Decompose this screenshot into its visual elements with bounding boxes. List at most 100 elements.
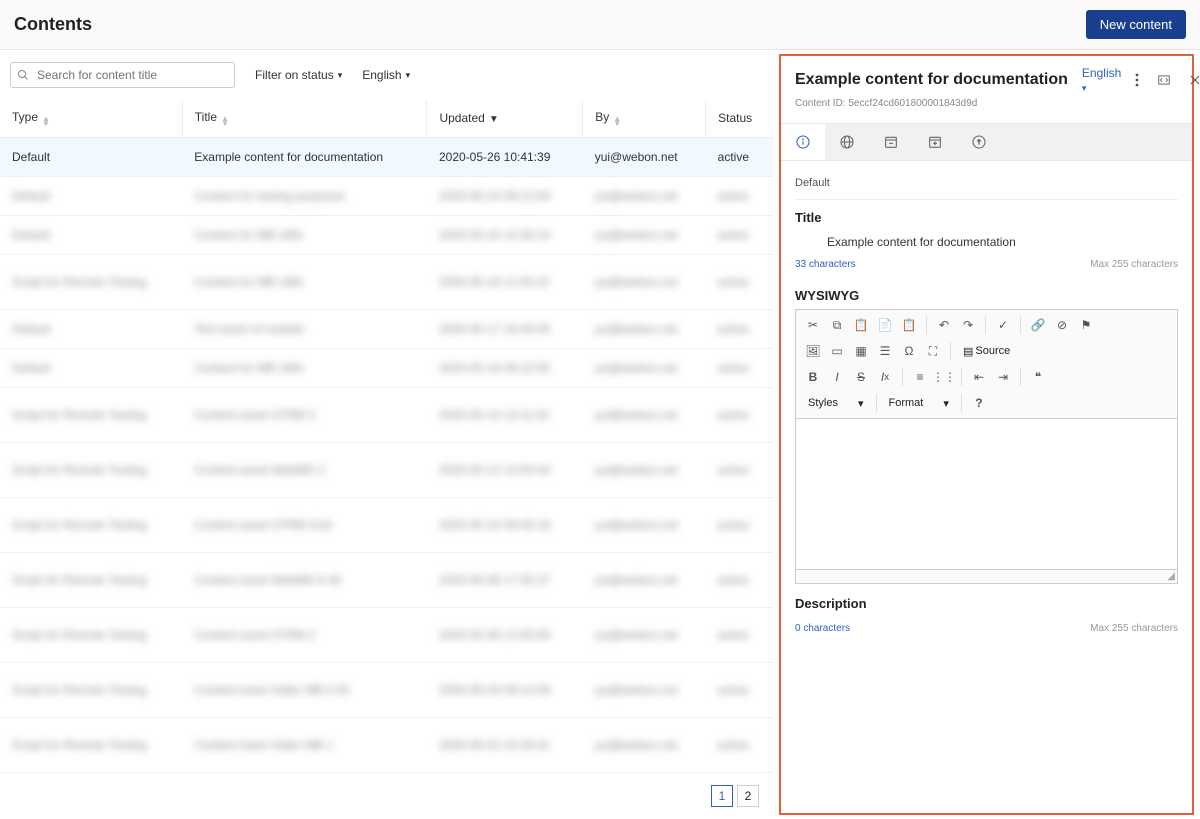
unlink-icon[interactable]: ⊘ bbox=[1051, 314, 1073, 336]
tab-strip bbox=[781, 123, 1192, 161]
page-1-button[interactable]: 1 bbox=[711, 785, 733, 807]
tab-share[interactable] bbox=[957, 124, 1001, 160]
chevron-down-icon: ▾ bbox=[1082, 83, 1087, 93]
table-row[interactable]: Script for Remote TestingContent asset S… bbox=[0, 387, 773, 442]
editor-toolbar: ✂ ⧉ 📋 📄 📋 ↶ ↷ ✓ 🔗 ⊘ ⚑ bbox=[796, 310, 1177, 419]
tab-info[interactable] bbox=[781, 124, 825, 160]
italic-icon[interactable]: I bbox=[826, 366, 848, 388]
close-icon[interactable] bbox=[1189, 74, 1200, 86]
specialchar-icon[interactable]: Ω bbox=[898, 340, 920, 362]
embed-icon[interactable]: ▭ bbox=[826, 340, 848, 362]
language-label: English bbox=[362, 68, 401, 82]
wysiwyg-label: WYSIWYG bbox=[795, 276, 1178, 309]
sort-down-icon: ▼ bbox=[489, 114, 499, 125]
source-button[interactable]: ▤ Source bbox=[957, 345, 1016, 358]
cut-icon[interactable]: ✂ bbox=[802, 314, 824, 336]
content-id: Content ID: 5eccf24cd601800001843d9d bbox=[795, 98, 1178, 109]
table-icon[interactable]: ▦ bbox=[850, 340, 872, 362]
cell-status: active bbox=[706, 137, 773, 176]
detail-panel: Example content for documentation Englis… bbox=[779, 54, 1194, 815]
indent-icon[interactable]: ⇥ bbox=[992, 366, 1014, 388]
tab-globe[interactable] bbox=[825, 124, 869, 160]
resize-handle[interactable]: ◢ bbox=[796, 569, 1177, 583]
more-icon[interactable] bbox=[1135, 73, 1139, 87]
help-icon[interactable]: ? bbox=[968, 392, 990, 414]
blockquote-icon[interactable]: ❝ bbox=[1027, 366, 1049, 388]
table-row[interactable]: Script for Remote TestingContent lower f… bbox=[0, 717, 773, 772]
hr-icon[interactable]: ☰ bbox=[874, 340, 896, 362]
redo-icon[interactable]: ↷ bbox=[957, 314, 979, 336]
numberedlist-icon[interactable]: ≡ bbox=[909, 366, 931, 388]
desc-char-max: Max 255 characters bbox=[1090, 623, 1178, 634]
paste-text-icon[interactable]: 📄 bbox=[874, 314, 896, 336]
search-input[interactable] bbox=[10, 62, 235, 88]
col-updated[interactable]: Updated▼ bbox=[427, 100, 583, 137]
link-icon[interactable]: 🔗 bbox=[1027, 314, 1049, 336]
pagination: 1 2 bbox=[0, 773, 773, 819]
table-row[interactable]: Script for Remote TestingContent asset W… bbox=[0, 442, 773, 497]
sort-icon: ▲▼ bbox=[42, 117, 50, 127]
panel-language-dropdown[interactable]: English ▾ bbox=[1082, 66, 1121, 94]
language-dropdown[interactable]: English ▾ bbox=[362, 68, 410, 82]
col-by[interactable]: By▲▼ bbox=[583, 100, 706, 137]
cell-type: Default bbox=[0, 137, 182, 176]
col-status: Status bbox=[706, 100, 773, 137]
expand-icon[interactable] bbox=[1157, 73, 1171, 87]
copy-icon[interactable]: ⧉ bbox=[826, 314, 848, 336]
format-dropdown[interactable]: Format▾ bbox=[883, 392, 955, 414]
table-row[interactable]: Script for Remote TestingContent asset W… bbox=[0, 552, 773, 607]
new-content-button[interactable]: New content bbox=[1086, 10, 1186, 39]
image-icon[interactable]: 🖼 bbox=[802, 340, 824, 362]
filter-status-label: Filter on status bbox=[255, 68, 334, 82]
cell-by: yui@webon.net bbox=[583, 137, 706, 176]
removeformat-icon[interactable]: Ix bbox=[874, 366, 896, 388]
spellcheck-icon[interactable]: ✓ bbox=[992, 314, 1014, 336]
table-row[interactable]: Default Example content for documentatio… bbox=[0, 137, 773, 176]
section-label: Default bbox=[795, 171, 1178, 195]
content-list-pane: Filter on status ▾ English ▾ Type▲▼ Titl… bbox=[0, 50, 773, 819]
paste-icon[interactable]: 📋 bbox=[850, 314, 872, 336]
anchor-icon[interactable]: ⚑ bbox=[1075, 314, 1097, 336]
filter-status-dropdown[interactable]: Filter on status ▾ bbox=[255, 68, 342, 82]
page-title: Contents bbox=[14, 14, 92, 35]
page-2-button[interactable]: 2 bbox=[737, 785, 759, 807]
panel-title: Example content for documentation bbox=[795, 71, 1068, 89]
page-header: Contents New content bbox=[0, 0, 1200, 50]
table-row[interactable]: Script for Remote TestingContent asset S… bbox=[0, 497, 773, 552]
chevron-down-icon: ▾ bbox=[338, 70, 343, 81]
table-row[interactable]: DefaultContent for MB UBA2020-05-20 14:3… bbox=[0, 215, 773, 254]
styles-dropdown[interactable]: Styles▾ bbox=[802, 392, 870, 414]
sort-icon: ▲▼ bbox=[221, 117, 229, 127]
cell-title: Example content for documentation bbox=[182, 137, 427, 176]
undo-icon[interactable]: ↶ bbox=[933, 314, 955, 336]
tab-calendar-plus[interactable] bbox=[913, 124, 957, 160]
tab-calendar-minus[interactable] bbox=[869, 124, 913, 160]
outdent-icon[interactable]: ⇤ bbox=[968, 366, 990, 388]
title-field-value[interactable]: Example content for documentation bbox=[795, 231, 1178, 253]
editor-textarea[interactable] bbox=[796, 419, 1177, 569]
char-count: 33 characters bbox=[795, 259, 856, 270]
col-title[interactable]: Title▲▼ bbox=[182, 100, 427, 137]
table-row[interactable]: DefaultContent for MB UBA2020-05-16 08:2… bbox=[0, 348, 773, 387]
table-row[interactable]: Script for Remote TestingContent for MB … bbox=[0, 254, 773, 309]
paste-word-icon[interactable]: 📋 bbox=[898, 314, 920, 336]
table-row[interactable]: DefaultTest asset of module2020-05-17 16… bbox=[0, 309, 773, 348]
table-row[interactable]: DefaultContent for testing purposes2020-… bbox=[0, 176, 773, 215]
desc-char-count: 0 characters bbox=[795, 623, 850, 634]
col-type[interactable]: Type▲▼ bbox=[0, 100, 182, 137]
wysiwyg-editor: ✂ ⧉ 📋 📄 📋 ↶ ↷ ✓ 🔗 ⊘ ⚑ bbox=[795, 309, 1178, 584]
content-table: Type▲▼ Title▲▼ Updated▼ By▲▼ Status Defa… bbox=[0, 100, 773, 773]
search-icon bbox=[17, 69, 29, 81]
char-max: Max 255 characters bbox=[1090, 259, 1178, 270]
table-row[interactable]: Script for Remote TestingContent asset S… bbox=[0, 607, 773, 662]
cell-updated: 2020-05-26 10:41:39 bbox=[427, 137, 583, 176]
title-field-label: Title bbox=[795, 199, 1178, 231]
table-row[interactable]: Script for Remote TestingContent lower f… bbox=[0, 662, 773, 717]
bulletedlist-icon[interactable]: ⋮⋮ bbox=[933, 366, 955, 388]
sort-icon: ▲▼ bbox=[613, 117, 621, 127]
strike-icon[interactable]: S bbox=[850, 366, 872, 388]
maximize-icon[interactable]: ⛶ bbox=[922, 340, 944, 362]
search-wrap bbox=[10, 62, 235, 88]
bold-icon[interactable]: B bbox=[802, 366, 824, 388]
description-label: Description bbox=[795, 584, 1178, 617]
